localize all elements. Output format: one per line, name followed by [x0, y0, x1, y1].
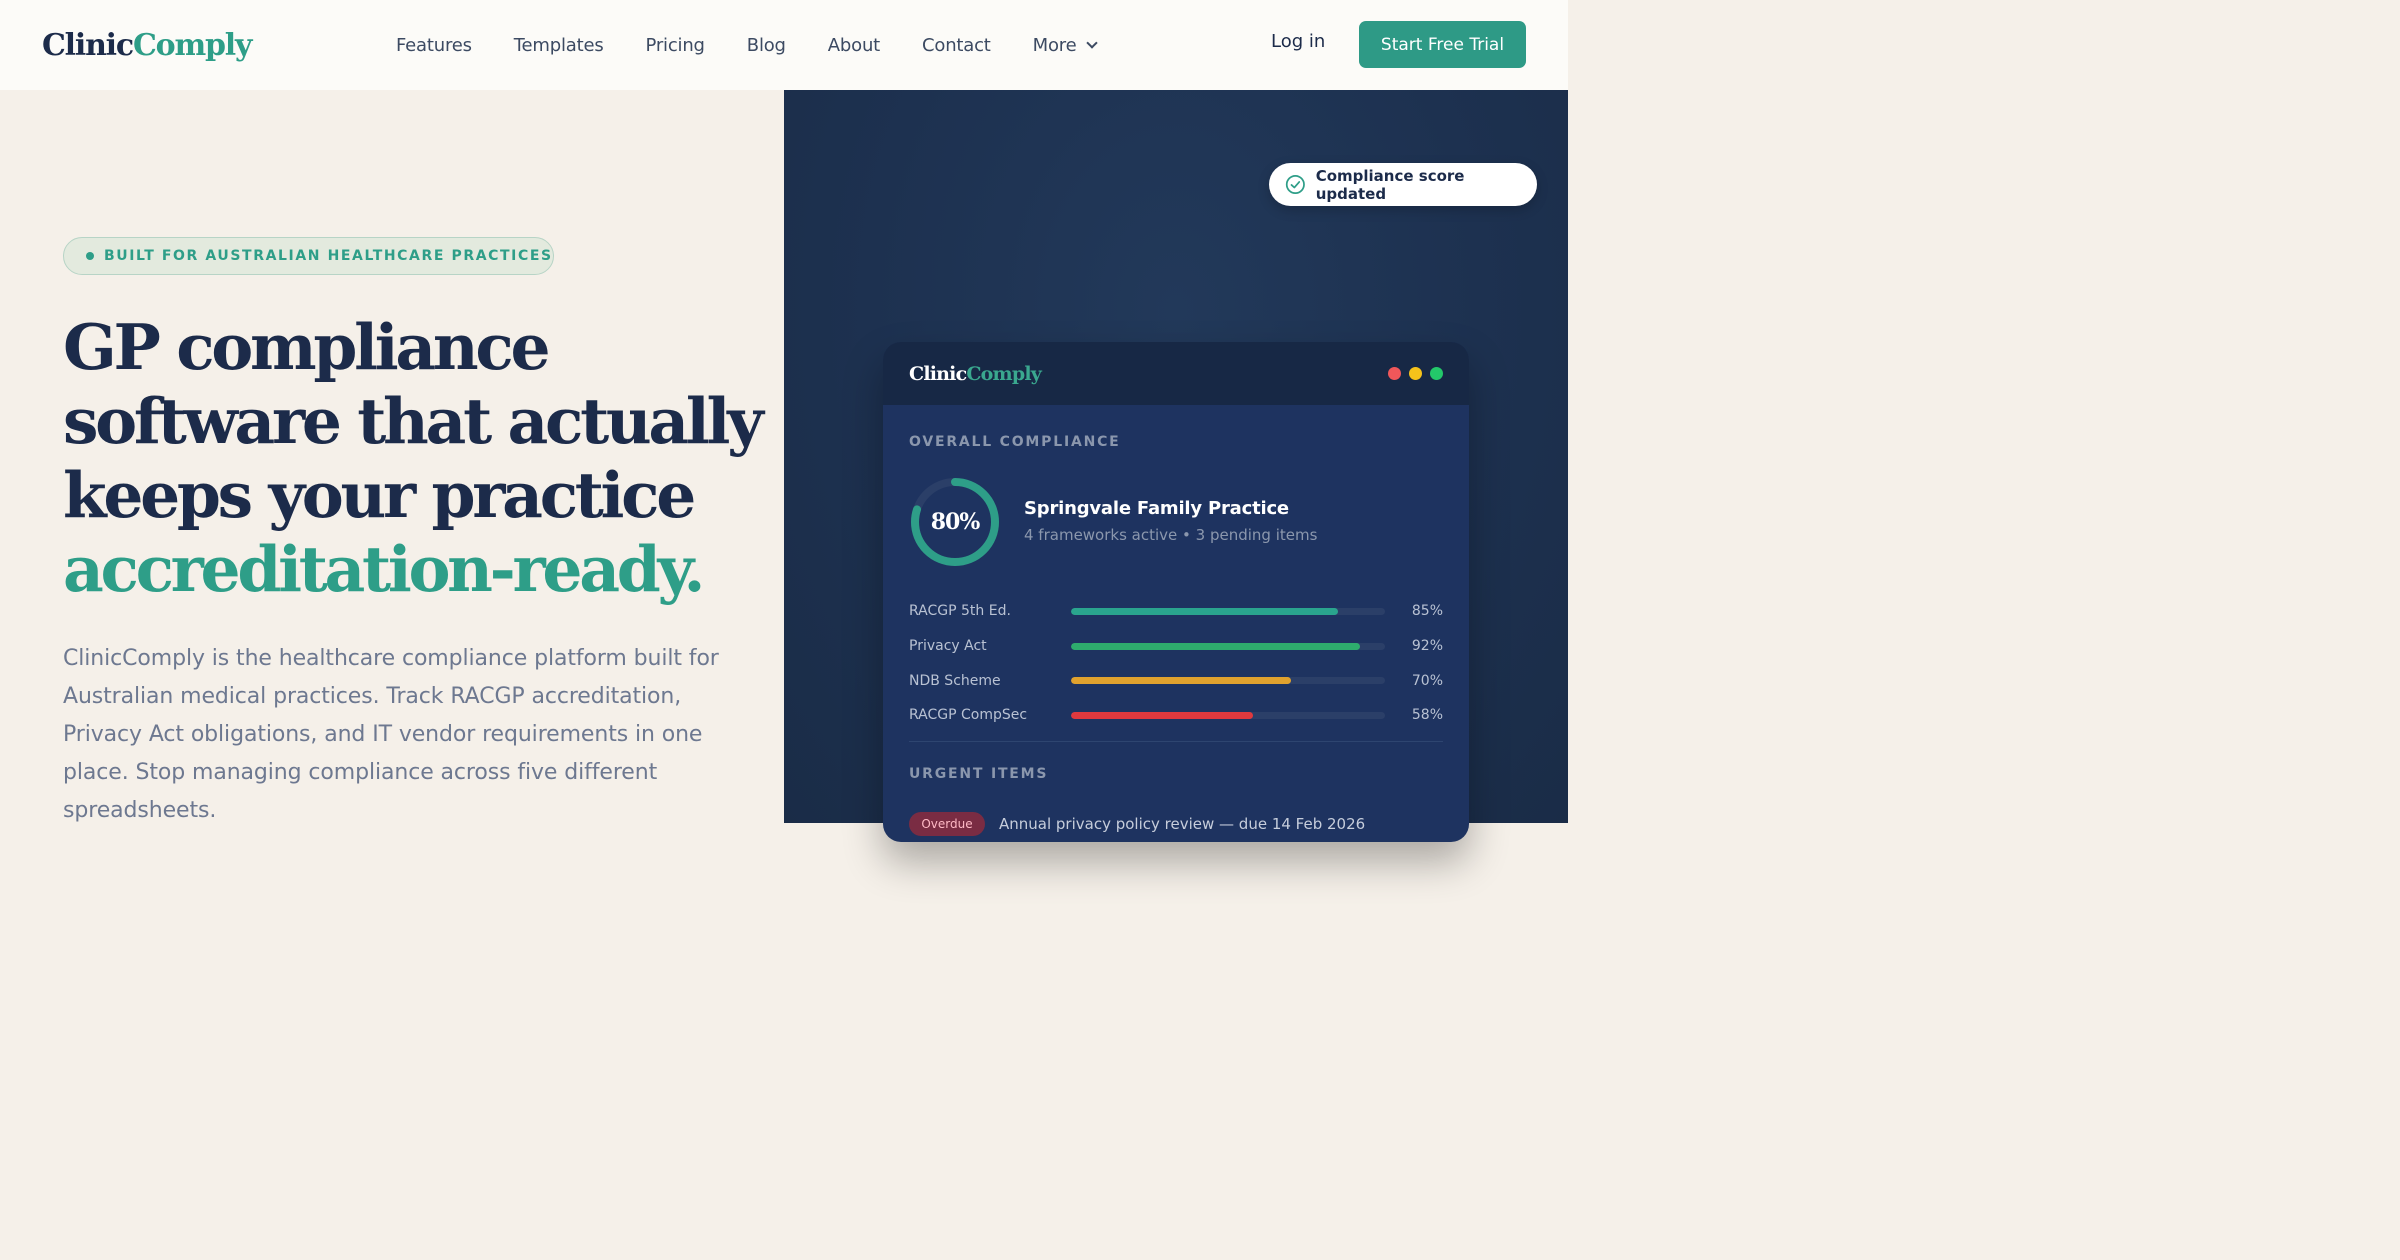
framework-progress-track: [1071, 607, 1385, 615]
framework-list: RACGP 5th Ed. 85% Privacy Act 92% NDB Scheme…: [909, 594, 1443, 733]
overall-score: 80%: [930, 509, 981, 535]
nav-link-blog[interactable]: Blog: [747, 35, 786, 56]
hero-badge: BUILT FOR AUSTRALIAN HEALTHCARE PRACTICE…: [63, 237, 554, 275]
framework-percent: 92%: [1411, 638, 1443, 655]
urgent-item-text: Annual privacy policy review — due 14 Fe…: [999, 815, 1366, 833]
hero-headline: GP compliance software that actually kee…: [63, 310, 764, 606]
framework-name: RACGP CompSec: [909, 707, 1028, 724]
login-link[interactable]: Log in: [1271, 31, 1325, 52]
nav-link-more[interactable]: More: [1032, 34, 1099, 56]
badge-text: BUILT FOR AUSTRALIAN HEALTHCARE PRACTICE…: [104, 248, 553, 264]
nav-link-more-label: More: [1032, 34, 1077, 56]
framework-percent: 70%: [1411, 672, 1443, 689]
window-dot-green: [1430, 367, 1443, 380]
nav-link-features[interactable]: Features: [396, 35, 472, 56]
window-dot-yellow: [1409, 367, 1422, 380]
overdue-badge: Overdue: [909, 812, 985, 836]
headline-line-2: software that actually: [63, 384, 764, 458]
logo-word-clinic: Clinic: [42, 28, 134, 63]
headline-line-3: keeps your practice: [63, 458, 696, 532]
chevron-down-icon: [1086, 36, 1099, 49]
section-divider: [909, 741, 1443, 742]
nav-link-contact[interactable]: Contact: [922, 35, 991, 56]
framework-progress-track: [1071, 711, 1385, 719]
toast-text: Compliance score updated: [1315, 166, 1465, 203]
framework-row: Privacy Act 92%: [909, 629, 1443, 664]
headline-accent: accreditation-ready.: [63, 532, 705, 606]
compliance-toast: Compliance score updated: [1269, 163, 1537, 206]
dashboard-logo: ClinicComply: [909, 362, 1042, 385]
framework-progress-track: [1071, 677, 1385, 685]
practice-summary: 4 frameworks active • 3 pending items: [1024, 526, 1318, 544]
framework-percent: 85%: [1411, 603, 1443, 620]
framework-progress-fill: [1071, 607, 1338, 615]
framework-progress-fill: [1071, 711, 1254, 719]
framework-progress-track: [1071, 642, 1385, 650]
headline-line-1: GP compliance: [63, 310, 551, 384]
practice-name: Springvale Family Practice: [1024, 498, 1289, 519]
dashboard-preview-card: ClinicComply OVERALL COMPLIANCE 80% Spri…: [883, 342, 1469, 842]
dashboard-header: ClinicComply: [883, 342, 1469, 405]
hero-description: ClinicComply is the healthcare complianc…: [63, 646, 719, 823]
nav-links: Features Templates Pricing Blog About Co…: [396, 30, 1138, 60]
dashboard-logo-comply: Comply: [966, 362, 1042, 385]
framework-progress-fill: [1071, 677, 1291, 685]
start-free-trial-button[interactable]: Start Free Trial: [1359, 21, 1526, 68]
framework-row: RACGP CompSec 58%: [909, 698, 1443, 733]
window-dot-red: [1388, 367, 1401, 380]
urgent-items-label: URGENT ITEMS: [909, 766, 1049, 782]
nav-link-templates[interactable]: Templates: [514, 35, 604, 56]
nav-link-about[interactable]: About: [828, 35, 880, 56]
framework-name: Privacy Act: [909, 638, 987, 655]
check-circle-icon: [1285, 175, 1305, 194]
logo-word-comply: Comply: [132, 28, 252, 63]
badge-dot-icon: [86, 252, 94, 260]
framework-row: NDB Scheme 70%: [909, 663, 1443, 698]
framework-name: RACGP 5th Ed.: [909, 603, 1011, 620]
dashboard-logo-clinic: Clinic: [909, 362, 967, 385]
framework-percent: 58%: [1411, 707, 1443, 724]
framework-row: RACGP 5th Ed. 85%: [909, 594, 1443, 629]
top-navbar: ClinicComply Features Templates Pricing …: [0, 0, 1568, 90]
urgent-item[interactable]: Overdue Annual privacy policy review — d…: [909, 812, 1449, 836]
framework-name: NDB Scheme: [909, 672, 1001, 689]
window-controls: [1388, 367, 1443, 380]
framework-progress-fill: [1071, 642, 1360, 650]
nav-link-pricing[interactable]: Pricing: [646, 35, 705, 56]
overall-compliance-label: OVERALL COMPLIANCE: [909, 434, 1121, 450]
brand-logo[interactable]: ClinicComply: [42, 26, 252, 66]
